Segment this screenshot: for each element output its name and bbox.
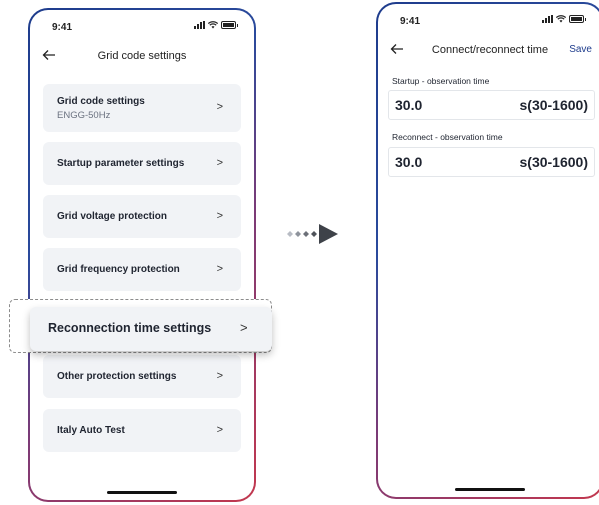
- page-title: Grid code settings: [97, 50, 187, 62]
- menu-item-grid-code-settings[interactable]: Grid code settings ENGG-50Hz >: [43, 84, 241, 132]
- signal-icon: [542, 15, 553, 23]
- startup-observation-time-input[interactable]: 30.0 s(30-1600): [388, 90, 595, 120]
- chevron-right-icon: >: [216, 370, 223, 382]
- chevron-right-icon: >: [216, 210, 223, 222]
- home-indicator: [107, 491, 177, 494]
- nav-bar: Grid code settings: [30, 46, 254, 68]
- nav-bar: Connect/reconnect time Save: [378, 40, 599, 62]
- status-icons: [542, 15, 586, 23]
- transition-arrow-icon: [287, 224, 338, 244]
- menu-item-grid-frequency-protection[interactable]: Grid frequency protection >: [43, 248, 241, 291]
- menu-item-label: Grid code settings: [57, 96, 145, 107]
- field-label-startup: Startup - observation time: [392, 76, 490, 86]
- field-value: 30.0: [395, 154, 423, 170]
- menu-item-label: Grid voltage protection: [57, 211, 168, 222]
- field-label-reconnect: Reconnect - observation time: [392, 132, 503, 142]
- field-value: 30.0: [395, 97, 423, 113]
- home-indicator: [455, 488, 525, 491]
- wifi-icon: [208, 21, 218, 29]
- reconnect-observation-time-input[interactable]: 30.0 s(30-1600): [388, 147, 595, 177]
- menu-item-sub: ENGG-50Hz: [57, 110, 111, 121]
- chevron-right-icon: >: [216, 424, 223, 436]
- left-phone-frame: 9:41 Grid code settings Grid code settin…: [28, 8, 256, 502]
- status-time: 9:41: [400, 16, 421, 27]
- chevron-right-icon: >: [216, 101, 223, 113]
- menu-item-italy-auto-test[interactable]: Italy Auto Test >: [43, 409, 241, 452]
- menu-item-startup-parameter-settings[interactable]: Startup parameter settings >: [43, 142, 241, 185]
- menu-item-label: Grid frequency protection: [57, 264, 180, 275]
- left-phone-screen: 9:41 Grid code settings Grid code settin…: [30, 10, 254, 500]
- signal-icon: [194, 21, 205, 29]
- chevron-right-icon: >: [216, 157, 223, 169]
- right-phone-frame: 9:41 Connect/reconnect time Save Startup…: [376, 2, 599, 499]
- field-unit: s(30-1600): [519, 97, 589, 113]
- status-icons: [194, 21, 238, 29]
- battery-icon: [221, 21, 238, 29]
- save-button[interactable]: Save: [569, 44, 592, 55]
- chevron-right-icon: >: [240, 320, 248, 335]
- menu-item-label: Startup parameter settings: [57, 158, 185, 169]
- field-unit: s(30-1600): [519, 154, 589, 170]
- status-time: 9:41: [52, 22, 73, 33]
- menu-item-grid-voltage-protection[interactable]: Grid voltage protection >: [43, 195, 241, 238]
- menu-item-other-protection-settings[interactable]: Other protection settings >: [43, 355, 241, 398]
- page-title: Connect/reconnect time: [431, 44, 549, 56]
- menu-item-label: Italy Auto Test: [57, 425, 125, 436]
- chevron-right-icon: >: [216, 263, 223, 275]
- wifi-icon: [556, 15, 566, 23]
- right-phone-screen: 9:41 Connect/reconnect time Save Startup…: [378, 4, 599, 497]
- battery-icon: [569, 15, 586, 23]
- status-bar: 9:41: [378, 4, 599, 28]
- menu-item-label: Reconnection time settings: [48, 321, 212, 335]
- status-bar: 9:41: [30, 10, 254, 34]
- menu-item-label: Other protection settings: [57, 371, 177, 382]
